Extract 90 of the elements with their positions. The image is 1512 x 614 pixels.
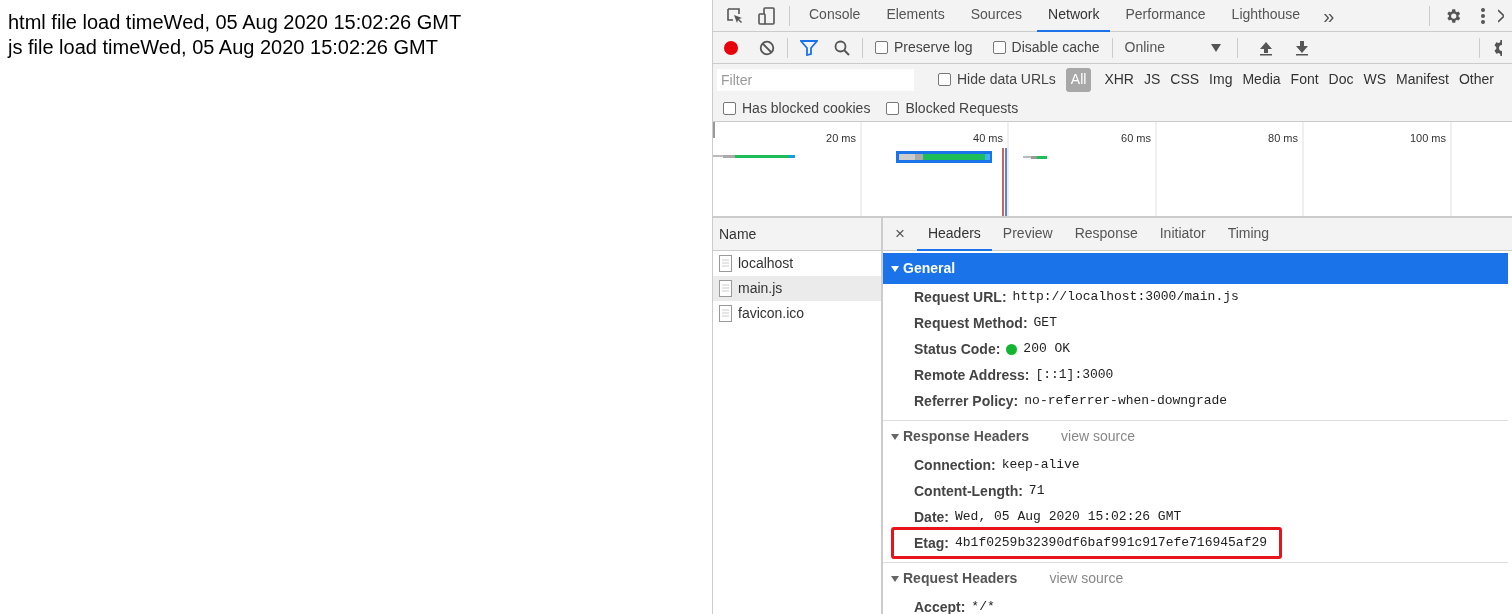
detail-tab[interactable]: Preview bbox=[991, 218, 1064, 251]
section-title: General bbox=[903, 259, 956, 278]
detail-tab[interactable]: Timing bbox=[1216, 218, 1281, 251]
time-tick-label: 100 ms bbox=[1409, 131, 1446, 146]
type-filter[interactable]: WS bbox=[1358, 67, 1392, 92]
file-icon bbox=[719, 305, 732, 322]
disclosure-triangle-icon bbox=[891, 264, 899, 273]
checkbox[interactable] bbox=[886, 101, 900, 115]
request-name: favicon.ico bbox=[738, 304, 805, 323]
settings-icon[interactable] bbox=[1492, 38, 1502, 57]
header-value: 4b1f0259b32390df6baf991c917efe716945af29 bbox=[955, 534, 1268, 553]
file-icon bbox=[719, 255, 732, 272]
type-filter[interactable]: Doc bbox=[1323, 67, 1359, 92]
page-text: html file load timeWed, 05 Aug 2020 15:02:26 GMT bbox=[8, 10, 462, 35]
close-button[interactable]: × bbox=[891, 221, 909, 247]
checkbox[interactable] bbox=[723, 101, 736, 115]
header-key: Request URL: bbox=[914, 286, 1007, 308]
header-value: no-referrer-when-downgrade bbox=[1024, 392, 1228, 411]
checkbox-label[interactable]: Has blocked cookies bbox=[723, 97, 871, 119]
view-source-link[interactable]: view source bbox=[1049, 568, 1124, 589]
device-icon[interactable] bbox=[757, 5, 777, 26]
time-tick-label: 40 ms bbox=[973, 131, 1003, 146]
name-column-header[interactable]: Name bbox=[713, 218, 881, 251]
time-tick-label: 80 ms bbox=[1268, 131, 1298, 146]
disclosure-triangle-icon bbox=[891, 574, 899, 583]
page-text: js file load timeWed, 05 Aug 2020 15:02:26 GMT bbox=[8, 35, 438, 60]
header-key: Remote Address: bbox=[914, 364, 1030, 386]
header-value: http://localhost:3000/main.js bbox=[1012, 288, 1239, 307]
filter-icon[interactable] bbox=[800, 39, 818, 56]
checkbox-label[interactable]: Disable cache bbox=[992, 37, 1100, 58]
header-value: [::1]:3000 bbox=[1035, 366, 1114, 385]
panel-tab[interactable]: Lighthouse bbox=[1220, 0, 1312, 32]
type-filter[interactable]: Font bbox=[1285, 67, 1324, 92]
filter-field[interactable]: Filter bbox=[717, 68, 914, 91]
header-value: */* bbox=[971, 598, 995, 614]
header-key: Connection: bbox=[914, 454, 996, 476]
section-title: Request Headers bbox=[903, 569, 1018, 588]
search-icon[interactable] bbox=[834, 39, 850, 56]
time-tick-label: 20 ms bbox=[826, 131, 856, 146]
header-value: Wed, 05 Aug 2020 15:02:26 GMT bbox=[955, 508, 1182, 527]
panel-tab[interactable]: Performance bbox=[1114, 0, 1217, 32]
checkbox-label[interactable]: Hide data URLs bbox=[938, 69, 1056, 90]
header-key: Status Code: bbox=[914, 338, 1001, 360]
request-row[interactable]: main.js bbox=[713, 276, 881, 301]
type-filter[interactable]: Img bbox=[1204, 67, 1238, 92]
more-options-icon[interactable] bbox=[1480, 6, 1486, 25]
checkbox[interactable] bbox=[875, 41, 888, 54]
type-filter[interactable]: JS bbox=[1138, 67, 1166, 92]
header-key: Content-Length: bbox=[914, 480, 1023, 502]
record-icon[interactable] bbox=[723, 39, 739, 56]
panel-tab[interactable]: Console bbox=[798, 0, 872, 32]
type-filter[interactable]: Other bbox=[1454, 67, 1499, 92]
caret-icon bbox=[1210, 43, 1221, 52]
header-key: Date: bbox=[914, 506, 949, 528]
checkbox-label[interactable]: Blocked Requests bbox=[886, 97, 1019, 119]
file-icon bbox=[719, 280, 732, 297]
type-filter[interactable]: Manifest bbox=[1391, 67, 1454, 92]
detail-tab[interactable]: Response bbox=[1063, 218, 1149, 251]
type-filter[interactable]: XHR bbox=[1099, 67, 1139, 92]
clear-icon[interactable] bbox=[759, 39, 775, 56]
panel-tab[interactable]: Elements bbox=[875, 0, 956, 32]
throttling-dropdown[interactable]: Online bbox=[1124, 37, 1225, 58]
request-name: main.js bbox=[738, 279, 783, 298]
checkbox[interactable] bbox=[938, 73, 951, 86]
checkbox[interactable] bbox=[992, 41, 1006, 54]
type-filter[interactable]: Media bbox=[1237, 67, 1286, 92]
section-header[interactable]: Response Headers view source bbox=[883, 421, 1508, 452]
header-value: 71 bbox=[1028, 482, 1045, 501]
download-icon[interactable] bbox=[1293, 39, 1310, 56]
panel-tab[interactable]: Sources bbox=[959, 0, 1034, 32]
header-key: Accept: bbox=[914, 596, 966, 614]
checkbox-label[interactable]: Preserve log bbox=[875, 37, 973, 58]
detail-tab[interactable]: Headers bbox=[916, 218, 992, 251]
header-key: Referrer Policy: bbox=[914, 390, 1019, 412]
more-tabs-button[interactable]: » bbox=[1315, 0, 1343, 31]
header-value: keep-alive bbox=[1001, 456, 1080, 475]
header-key: Etag: bbox=[914, 532, 949, 554]
detail-tab[interactable]: Initiator bbox=[1148, 218, 1217, 251]
section-title: Response Headers bbox=[903, 427, 1030, 446]
section-header[interactable]: General bbox=[883, 253, 1508, 284]
time-tick-label: 60 ms bbox=[1121, 131, 1151, 146]
disclosure-triangle-icon bbox=[891, 432, 899, 441]
request-name: localhost bbox=[738, 254, 794, 273]
type-filter[interactable]: CSS bbox=[1165, 67, 1205, 92]
header-value: 200 OK bbox=[1023, 340, 1071, 359]
header-value: GET bbox=[1033, 314, 1057, 333]
header-key: Request Method: bbox=[914, 312, 1028, 334]
section-header[interactable]: Request Headers view source bbox=[883, 563, 1508, 594]
view-source-link[interactable]: view source bbox=[1061, 426, 1135, 447]
inspect-icon[interactable] bbox=[725, 5, 745, 26]
